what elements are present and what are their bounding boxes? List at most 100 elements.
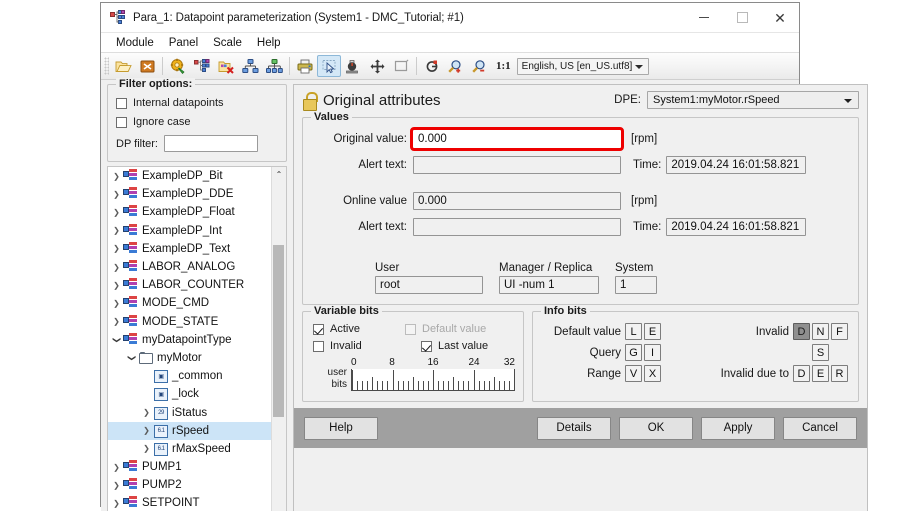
tree-item-mydatapointtype[interactable]: myDatapointType (108, 331, 271, 349)
tree-expander[interactable] (110, 244, 123, 253)
tree-expander[interactable] (110, 317, 123, 326)
menu-item-panel[interactable]: Panel (162, 36, 206, 50)
original-time-input[interactable]: 2019.04.24 16:01:58.821 (666, 156, 806, 174)
hierarchy-blue-icon[interactable] (238, 55, 262, 77)
tree-item--lock[interactable]: ▣_lock (108, 385, 271, 403)
system-input[interactable]: 1 (615, 276, 657, 294)
tree-item-rmaxspeed[interactable]: 6.1rMaxSpeed (108, 440, 271, 458)
bit-button-due-E[interactable]: E (812, 365, 829, 382)
tree-scrollbar[interactable]: ⌃ ⌄ (271, 167, 286, 511)
print-icon[interactable] (293, 55, 317, 77)
open-folder-icon[interactable] (111, 55, 135, 77)
user-input[interactable]: root (375, 276, 483, 294)
menu-item-scale[interactable]: Scale (206, 36, 250, 50)
bits-ruler[interactable]: 08162432 (351, 357, 515, 393)
toolbar-grip[interactable] (104, 57, 109, 75)
tree-expander[interactable] (110, 226, 123, 235)
tree-expander[interactable] (125, 353, 138, 362)
hierarchy-green-icon[interactable] (262, 55, 286, 77)
tree-item--common[interactable]: ▣_common (108, 367, 271, 385)
cancel-button[interactable]: Cancel (783, 417, 857, 440)
menu-item-module[interactable]: Module (109, 36, 162, 50)
move-icon[interactable] (365, 55, 389, 77)
manager-input[interactable]: UI -num 1 (499, 276, 599, 294)
minimize-button[interactable] (685, 3, 723, 32)
tree-expander[interactable] (140, 444, 153, 453)
invalid-row[interactable]: Invalid (313, 340, 405, 352)
bit-button-E[interactable]: E (644, 323, 661, 340)
tree-expander[interactable] (110, 208, 123, 217)
last-value-row[interactable]: Last value (405, 340, 513, 352)
rectangle-icon[interactable] (389, 55, 413, 77)
tree-item-mymotor[interactable]: myMotor (108, 349, 271, 367)
tree-item-exampledp-float[interactable]: ExampleDP_Float (108, 203, 271, 221)
apply-button[interactable]: Apply (701, 417, 775, 440)
tree-expander[interactable] (110, 190, 123, 199)
last-value-checkbox[interactable] (421, 341, 432, 352)
tree-item-istatus[interactable]: 29iStatus (108, 403, 271, 421)
online-alert-input[interactable] (413, 218, 621, 236)
bit-button-S[interactable]: S (812, 344, 829, 361)
tree-expander[interactable] (140, 408, 153, 417)
user-bits-ruler[interactable]: user bits 08162432 (313, 357, 515, 393)
tree-item-rspeed[interactable]: 6.1rSpeed (108, 422, 271, 440)
tree-item-exampledp-bit[interactable]: ExampleDP_Bit (108, 167, 271, 185)
original-alert-input[interactable] (413, 156, 621, 174)
system-overview-icon[interactable] (166, 55, 190, 77)
tree-item-mode-state[interactable]: MODE_STATE (108, 313, 271, 331)
dpe-select[interactable]: System1:myMotor.rSpeed (647, 91, 859, 109)
zoom-out-icon[interactable] (468, 55, 492, 77)
tree-expander[interactable] (110, 481, 123, 490)
zoom-in-icon[interactable] (444, 55, 468, 77)
bit-button-G[interactable]: G (625, 344, 642, 361)
details-button[interactable]: Details (537, 417, 611, 440)
close-button[interactable]: ✕ (761, 3, 799, 32)
tree-item-exampledp-text[interactable]: ExampleDP_Text (108, 240, 271, 258)
tree-expander[interactable] (110, 263, 123, 272)
dp-filter-input[interactable] (164, 135, 258, 152)
maximize-button[interactable] (723, 3, 761, 32)
tree-item-setpoint[interactable]: SETPOINT (108, 494, 271, 511)
tree-item-pump1[interactable]: PUMP1 (108, 458, 271, 476)
ok-button[interactable]: OK (619, 417, 693, 440)
datapoint-tree[interactable]: ExampleDP_BitExampleDP_DDEExampleDP_Floa… (107, 166, 287, 511)
tree-expander[interactable] (110, 299, 123, 308)
internal-datapoints-row[interactable]: Internal datapoints (116, 97, 278, 109)
tree-item-mode-cmd[interactable]: MODE_CMD (108, 294, 271, 312)
datapoint-icon[interactable] (190, 55, 214, 77)
bit-button-V[interactable]: V (625, 365, 642, 382)
language-select[interactable]: English, US [en_US.utf8] (517, 58, 649, 75)
delete-datapoint-icon[interactable] (214, 55, 238, 77)
ruler-scale-bar[interactable] (351, 369, 515, 391)
internal-datapoints-checkbox[interactable] (116, 98, 127, 109)
tree-expander[interactable] (140, 426, 153, 435)
tree-expander[interactable] (110, 335, 123, 344)
close-panel-icon[interactable] (135, 55, 159, 77)
tree-expander[interactable] (110, 172, 123, 181)
scrollbar-thumb[interactable] (273, 245, 284, 417)
tree-expander[interactable] (110, 281, 123, 290)
add-config-icon[interactable] (420, 55, 444, 77)
help-button[interactable]: Help (304, 417, 378, 440)
bit-button-L[interactable]: L (625, 323, 642, 340)
bit-button-invalid-N[interactable]: N (812, 323, 829, 340)
ignore-case-checkbox[interactable] (116, 117, 127, 128)
bit-button-X[interactable]: X (644, 365, 661, 382)
tree-expander[interactable] (110, 463, 123, 472)
original-value-input[interactable]: 0.000 (413, 130, 621, 148)
select-cursor-icon[interactable] (317, 55, 341, 77)
ignore-case-row[interactable]: Ignore case (116, 116, 278, 128)
bit-button-I[interactable]: I (644, 344, 661, 361)
scroll-up-arrow[interactable]: ⌃ (272, 167, 286, 181)
datapoint-tree-list[interactable]: ExampleDP_BitExampleDP_DDEExampleDP_Floa… (108, 167, 271, 511)
menu-item-help[interactable]: Help (250, 36, 289, 50)
tree-expander[interactable] (110, 499, 123, 508)
tree-item-labor-counter[interactable]: LABOR_COUNTER (108, 276, 271, 294)
bit-button-due-D[interactable]: D (793, 365, 810, 382)
invalid-checkbox[interactable] (313, 341, 324, 352)
tree-item-exampledp-int[interactable]: ExampleDP_Int (108, 222, 271, 240)
bit-button-invalid-F[interactable]: F (831, 323, 848, 340)
tree-item-pump2[interactable]: PUMP2 (108, 476, 271, 494)
bit-button-due-R[interactable]: R (831, 365, 848, 382)
tree-item-exampledp-dde[interactable]: ExampleDP_DDE (108, 185, 271, 203)
